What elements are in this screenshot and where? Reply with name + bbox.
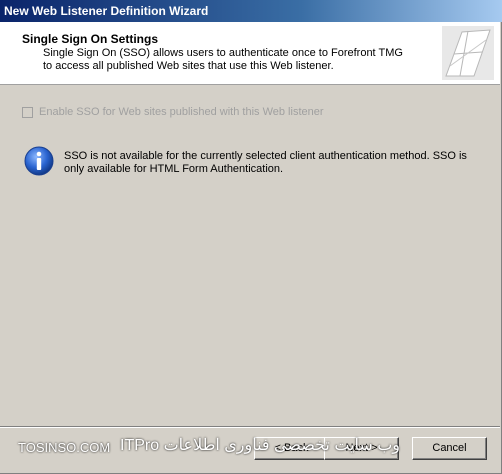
watermark-arabic: وب سایت تخصصی فناوری اطلاعات ITPro xyxy=(120,435,400,455)
cancel-button[interactable]: Cancel xyxy=(412,437,487,460)
window-title-bar[interactable]: New Web Listener Definition Wizard xyxy=(0,0,502,22)
enable-sso-checkbox[interactable] xyxy=(22,106,33,118)
window-title: New Web Listener Definition Wizard xyxy=(4,4,209,18)
info-icon xyxy=(24,146,54,176)
enable-sso-checkbox-label: Enable SSO for Web sites published with … xyxy=(39,106,324,118)
enable-sso-checkbox-row[interactable]: Enable SSO for Web sites published with … xyxy=(22,106,324,118)
footer-divider xyxy=(0,426,500,428)
watermark-arabic-text: وب سایت تخصصی فناوری اطلاعات xyxy=(163,437,400,454)
sso-info-message: SSO is not available for the currently s… xyxy=(64,150,467,175)
wizard-window: New Web Listener Definition Wizard Singl… xyxy=(0,0,502,474)
wizard-logo-icon xyxy=(442,26,494,80)
page-title: Single Sign On Settings xyxy=(22,32,159,46)
page-description: Single Sign On (SSO) allows users to aut… xyxy=(43,47,403,72)
wizard-header: Single Sign On Settings Single Sign On (… xyxy=(0,22,500,85)
watermark-site: TOSINSO.COM xyxy=(18,440,111,455)
watermark-brand: ITPro xyxy=(120,437,160,454)
